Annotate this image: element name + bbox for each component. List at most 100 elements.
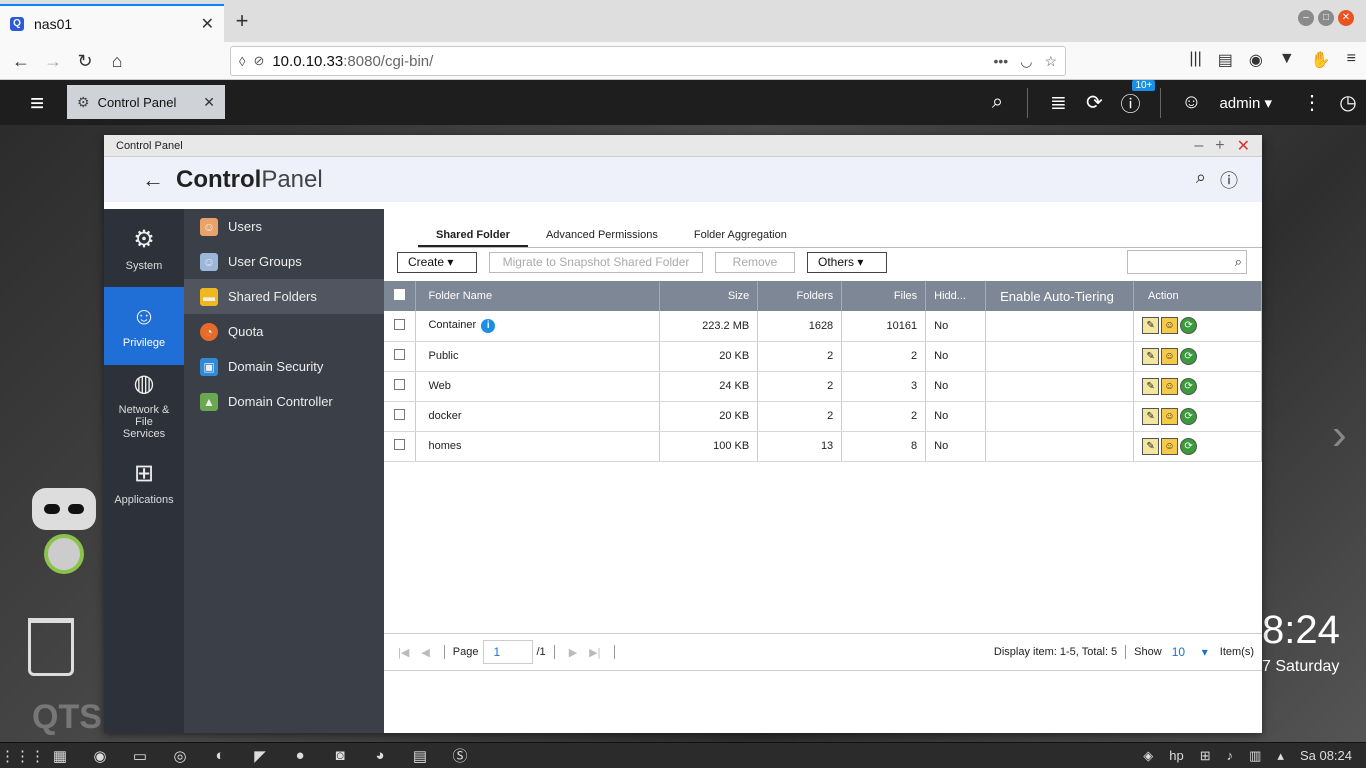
next-page-icon[interactable]: ▶ bbox=[569, 646, 577, 659]
user-menu[interactable]: admin ▾ bbox=[1219, 94, 1272, 112]
refresh-icon[interactable]: ⟳ bbox=[1180, 347, 1198, 365]
minimize-window-button[interactable]: – bbox=[1298, 10, 1314, 26]
vscode-icon[interactable]: ◤ bbox=[240, 747, 280, 765]
nav-system[interactable]: ⚙ System bbox=[104, 209, 184, 287]
migrate-snapshot-button[interactable]: Migrate to Snapshot Shared Folder bbox=[489, 252, 703, 273]
sidebar-icon[interactable]: ▤ bbox=[1218, 50, 1233, 70]
table-row[interactable]: Container i 223.2 MB 1628 10161 No ✎ ☺ ⟳ bbox=[384, 311, 1262, 342]
close-icon[interactable]: ✕ bbox=[1237, 136, 1250, 156]
pocket-icon[interactable]: ◡ bbox=[1020, 53, 1032, 70]
col-files[interactable]: Files bbox=[841, 281, 927, 311]
shield-icon[interactable]: ◈ bbox=[1143, 748, 1153, 764]
back-arrow-icon[interactable]: ← bbox=[142, 167, 164, 193]
robot-assistant-icon[interactable] bbox=[28, 488, 100, 588]
table-row[interactable]: docker 20 KB 2 2 No ✎ ☺ ⟳ bbox=[384, 401, 1262, 432]
user-avatar-icon[interactable]: ☺ bbox=[1173, 91, 1209, 114]
cell-folder-name[interactable]: docker bbox=[415, 401, 661, 432]
create-button[interactable]: Create ▾ bbox=[397, 252, 477, 273]
refresh-icon[interactable]: ⟳ bbox=[1180, 407, 1198, 425]
col-auto-tiering[interactable]: Enable Auto-Tiering bbox=[985, 281, 1135, 311]
trash-icon[interactable] bbox=[28, 618, 74, 676]
terminal-icon[interactable]: ▭ bbox=[120, 747, 160, 765]
back-button[interactable]: ← bbox=[8, 48, 34, 74]
cell-folder-name[interactable]: Public bbox=[415, 341, 661, 372]
edit-icon[interactable]: ✎ bbox=[1142, 407, 1160, 425]
tab-shared-folder[interactable]: Shared Folder bbox=[418, 225, 528, 247]
permission-icon[interactable]: ☺ bbox=[1161, 407, 1179, 425]
subnav-domain-security[interactable]: ▣ Domain Security bbox=[184, 349, 384, 384]
col-folder-name[interactable]: Folder Name bbox=[415, 281, 661, 311]
hamburger-menu-icon[interactable]: ≡ bbox=[1347, 50, 1356, 70]
nav-network-file-services[interactable]: ◍ Network & File Services bbox=[104, 365, 184, 443]
sync-icon[interactable]: ⟳ bbox=[1076, 90, 1112, 115]
qnap-app-icon[interactable]: ◐ bbox=[200, 747, 240, 764]
background-tasks-icon[interactable]: ≣ bbox=[1040, 90, 1076, 115]
refresh-icon[interactable]: ⟳ bbox=[1180, 437, 1198, 455]
image-viewer-icon[interactable]: ▤ bbox=[400, 747, 440, 765]
items-per-page-select[interactable]: 10 ▾ bbox=[1172, 645, 1208, 659]
home-button[interactable]: ⌂ bbox=[104, 48, 130, 74]
remove-button[interactable]: Remove bbox=[715, 252, 795, 273]
table-row[interactable]: homes 100 KB 13 8 No ✎ ☺ ⟳ bbox=[384, 431, 1262, 462]
account-icon[interactable]: ◉ bbox=[1249, 50, 1263, 70]
taskbar-clock[interactable]: Sa 08:24 bbox=[1300, 748, 1352, 763]
edit-icon[interactable]: ✎ bbox=[1142, 437, 1160, 455]
maximize-icon[interactable]: + bbox=[1215, 137, 1224, 155]
tray-expand-icon[interactable]: ▴ bbox=[1277, 748, 1284, 764]
edit-icon[interactable]: ✎ bbox=[1142, 377, 1160, 395]
notification-icon[interactable]: ⓘ 10+ bbox=[1112, 80, 1156, 117]
next-page-chevron-icon[interactable]: › bbox=[1332, 410, 1347, 460]
password-manager-icon[interactable]: ◉ bbox=[80, 747, 120, 765]
maximize-window-button[interactable]: □ bbox=[1318, 10, 1334, 26]
url-bar[interactable]: ◊ ⊘ 10.0.10.33 :8080/cgi-bin/ ••• ◡ ☆ bbox=[230, 46, 1066, 76]
row-checkbox[interactable] bbox=[384, 311, 417, 342]
search-input[interactable]: ⌕ bbox=[1127, 250, 1247, 274]
postman-icon[interactable]: ● bbox=[280, 747, 320, 764]
nav-applications[interactable]: ⊞ Applications bbox=[104, 443, 184, 521]
calculator-icon[interactable]: ▦ bbox=[40, 747, 80, 765]
subnav-user-groups[interactable]: ☺ User Groups bbox=[184, 244, 384, 279]
refresh-icon[interactable]: ⟳ bbox=[1180, 317, 1198, 335]
nav-privilege[interactable]: ☺ Privilege bbox=[104, 287, 184, 365]
checkbox[interactable] bbox=[394, 439, 406, 450]
checkbox[interactable] bbox=[394, 289, 406, 300]
network-icon[interactable]: ⊞ bbox=[1200, 748, 1211, 764]
apps-grid-icon[interactable]: ⋮⋮⋮ bbox=[0, 747, 45, 765]
row-checkbox[interactable] bbox=[384, 401, 417, 432]
checkbox[interactable] bbox=[394, 349, 406, 360]
permission-icon[interactable]: ☺ bbox=[1161, 377, 1179, 395]
checkbox[interactable] bbox=[394, 318, 406, 330]
hp-icon[interactable]: hp bbox=[1169, 748, 1183, 763]
discord-icon[interactable]: ◙ bbox=[320, 747, 360, 764]
close-tab-icon[interactable]: ✕ bbox=[201, 14, 214, 34]
refresh-icon[interactable]: ⟳ bbox=[1180, 377, 1198, 395]
browser-tab[interactable]: Q nas01 ✕ bbox=[0, 4, 224, 42]
main-menu-icon[interactable]: ≡ bbox=[30, 90, 44, 118]
cell-folder-name[interactable]: homes bbox=[415, 431, 661, 462]
subnav-quota[interactable]: ◔ Quota bbox=[184, 314, 384, 349]
library-icon[interactable]: ||| bbox=[1189, 50, 1201, 70]
checkbox[interactable] bbox=[394, 409, 406, 420]
close-window-button[interactable]: ✕ bbox=[1338, 10, 1354, 26]
tab-advanced-permissions[interactable]: Advanced Permissions bbox=[528, 225, 676, 247]
others-button[interactable]: Others ▾ bbox=[807, 252, 887, 273]
table-row[interactable]: Public 20 KB 2 2 No ✎ ☺ ⟳ bbox=[384, 341, 1262, 372]
permission-icon[interactable]: ☺ bbox=[1161, 347, 1179, 365]
reload-button[interactable]: ↻ bbox=[72, 48, 98, 74]
col-folders[interactable]: Folders bbox=[757, 281, 843, 311]
first-page-icon[interactable]: |◀ bbox=[398, 646, 409, 659]
more-options-icon[interactable]: ⋮ bbox=[1294, 90, 1330, 115]
forward-button[interactable]: → bbox=[40, 48, 66, 74]
last-page-icon[interactable]: ▶| bbox=[589, 646, 600, 659]
chrome-icon[interactable]: ◎ bbox=[160, 747, 200, 765]
edit-icon[interactable]: ✎ bbox=[1142, 347, 1160, 365]
checkbox[interactable] bbox=[394, 379, 406, 390]
search-icon[interactable]: ⌕ bbox=[1196, 167, 1206, 193]
clipboard-icon[interactable]: ▥ bbox=[1249, 748, 1261, 764]
more-icon[interactable]: ••• bbox=[994, 53, 1009, 70]
info-icon[interactable]: i bbox=[481, 318, 496, 333]
new-tab-button[interactable]: + bbox=[230, 8, 254, 34]
extension-icon[interactable]: ▼ bbox=[1279, 50, 1295, 70]
firefox-icon[interactable]: ◕ bbox=[360, 747, 400, 764]
qts-app-tab[interactable]: ⚙ Control Panel ✕ bbox=[67, 85, 225, 119]
